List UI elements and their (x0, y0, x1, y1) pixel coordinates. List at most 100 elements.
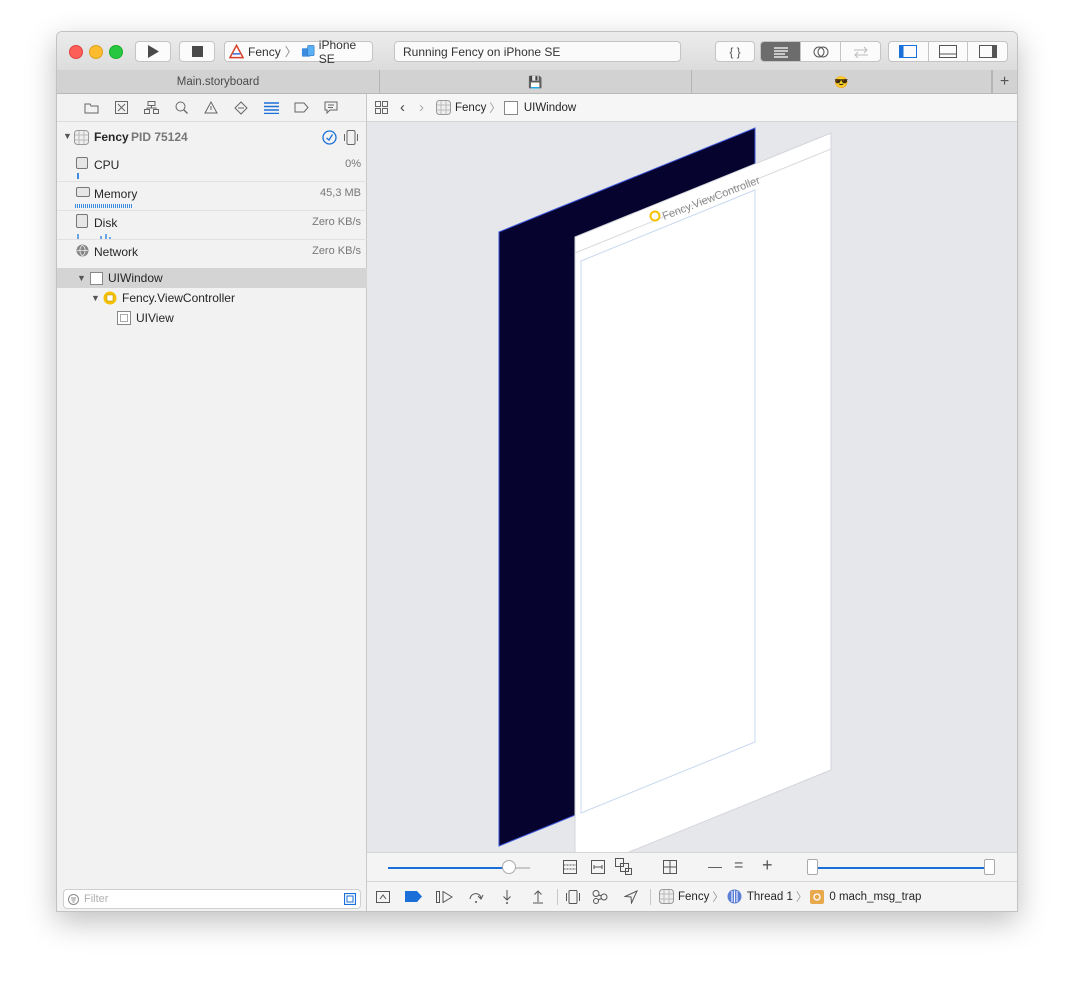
process-row[interactable]: ▼ Fency PID 75124 (57, 128, 367, 146)
forward-arrow-icon[interactable]: › (419, 99, 424, 116)
jumpbar-item-app[interactable]: Fency (455, 102, 486, 114)
tab-label: Main.storyboard (176, 75, 260, 88)
device-icon[interactable] (344, 130, 358, 145)
plus-icon: + (999, 72, 1010, 90)
stop-icon (191, 46, 203, 57)
step-into-icon[interactable] (491, 889, 522, 904)
tree-item-viewcontroller[interactable]: ▼ Fency.ViewController (57, 288, 367, 308)
standard-editor-button[interactable] (761, 42, 801, 61)
view-mode-icon[interactable] (615, 858, 633, 875)
gauge-label: Memory (94, 187, 138, 201)
test-diamond-icon[interactable] (232, 100, 250, 115)
tree-item-uiview[interactable]: UIView (57, 308, 367, 328)
show-constraints-icon[interactable] (591, 860, 605, 874)
toggle-inspector-button[interactable] (968, 42, 1007, 61)
orient-grid-icon[interactable] (663, 860, 677, 874)
viewcontroller-view-layer[interactable] (574, 132, 832, 852)
view-icon (90, 271, 103, 285)
disclosure-triangle-icon[interactable]: ▼ (91, 293, 100, 303)
disclosure-triangle-icon[interactable]: ▼ (63, 131, 72, 141)
range-slider-left-handle[interactable] (807, 859, 818, 875)
chevron-right-icon: 〉 (489, 102, 501, 115)
continue-icon[interactable] (429, 890, 460, 903)
disclosure-triangle-icon[interactable]: ▼ (77, 273, 86, 283)
scheme-device-label: iPhone SE (318, 37, 357, 66)
gauge-value: Zero KB/s (312, 216, 361, 228)
simulate-location-icon[interactable] (615, 889, 646, 904)
stop-button[interactable] (179, 41, 215, 62)
status-text: Running Fency on iPhone SE (403, 44, 561, 59)
view-hierarchy-canvas[interactable]: Fency.ViewController (367, 122, 1017, 852)
panel-visibility-control (888, 41, 1008, 62)
filter-field[interactable]: Filter (63, 889, 361, 909)
clip-content-icon[interactable] (563, 860, 577, 874)
view-controller-icon (103, 291, 117, 305)
warning-icon[interactable] (202, 101, 220, 114)
minimize-window-button[interactable] (89, 45, 103, 59)
disk-graph (77, 234, 111, 239)
filter-options-icon[interactable] (344, 893, 356, 905)
network-gauge[interactable]: Network Zero KB/s (57, 240, 367, 269)
debug-crumb-process[interactable]: Fency (678, 891, 709, 903)
debug-navigator-icon[interactable] (262, 101, 280, 114)
spacing-slider-knob[interactable] (502, 860, 516, 874)
filter-placeholder: Filter (84, 893, 109, 905)
cpu-gauge[interactable]: CPU 0% (57, 153, 367, 182)
step-out-icon[interactable] (522, 889, 553, 904)
canvas-controls: — = + (367, 852, 1017, 881)
gauge-label: Disk (94, 216, 118, 230)
view-icon (503, 100, 518, 115)
hide-debug-area-icon[interactable] (367, 890, 398, 903)
braces-icon: { } (729, 44, 741, 59)
tree-item-label: Fency.ViewController (122, 291, 235, 305)
zoom-actual-button[interactable]: = (734, 857, 743, 875)
source-control-icon[interactable] (112, 101, 130, 114)
tab-bar: Main.storyboard 💾 😎 + (57, 70, 1017, 94)
view-debugger-editor: ‹ › Fency 〉 UIWindow Fency.ViewControlle… (367, 94, 1017, 911)
disk-gauge[interactable]: Disk Zero KB/s (57, 211, 367, 240)
hierarchy-icon[interactable] (142, 101, 160, 114)
debug-memory-graph-icon[interactable] (584, 889, 615, 904)
toggle-debug-area-button[interactable] (929, 42, 969, 61)
assistant-editor-button[interactable] (801, 42, 841, 61)
close-window-button[interactable] (69, 45, 83, 59)
app-icon (659, 889, 674, 904)
tab-main-storyboard[interactable]: Main.storyboard (57, 70, 380, 93)
toolbar: Fency 〉 iPhone SE Running Fency on iPhon… (57, 32, 1017, 71)
step-over-icon[interactable] (460, 890, 491, 903)
range-slider-right-handle[interactable] (984, 859, 995, 875)
tab-sunglasses[interactable]: 😎 (692, 70, 992, 93)
tree-item-uiwindow[interactable]: ▼ UIWindow (57, 268, 367, 288)
toggle-navigator-button[interactable] (889, 42, 929, 61)
breakpoint-icon[interactable] (292, 102, 310, 113)
chevron-right-icon: 〉 (712, 891, 724, 904)
chevron-right-icon: 〉 (284, 45, 297, 59)
separator (557, 888, 558, 905)
grid-related-items-icon[interactable] (375, 101, 388, 114)
activity-status: Running Fency on iPhone SE (394, 41, 681, 62)
scheme-selector[interactable]: Fency 〉 iPhone SE (224, 38, 373, 66)
arrows-icon (853, 46, 868, 58)
zoom-in-button[interactable]: + (762, 855, 773, 876)
jump-bar: ‹ › Fency 〉 UIWindow (367, 94, 1017, 122)
memory-gauge[interactable]: Memory 45,3 MB (57, 182, 367, 211)
zoom-window-button[interactable] (109, 45, 123, 59)
zoom-out-button[interactable]: — (708, 858, 722, 874)
debug-view-hierarchy-icon[interactable] (562, 889, 584, 904)
run-button[interactable] (135, 41, 171, 62)
jumpbar-item-window[interactable]: UIWindow (524, 102, 576, 114)
folder-icon[interactable] (82, 102, 100, 114)
app-target-icon (229, 44, 245, 59)
add-tab-button[interactable]: + (992, 70, 1016, 93)
checkmark-circle-icon[interactable] (322, 130, 337, 145)
version-editor-button[interactable] (841, 42, 880, 61)
breakpoints-toggle-icon[interactable] (398, 891, 429, 902)
search-icon[interactable] (172, 101, 190, 114)
back-arrow-icon[interactable]: ‹ (400, 99, 405, 116)
tab-floppy[interactable]: 💾 (380, 70, 692, 93)
right-panel-icon (978, 45, 997, 58)
report-icon[interactable] (322, 101, 340, 114)
debug-crumb-frame[interactable]: 0 mach_msg_trap (829, 891, 921, 903)
code-review-button[interactable]: { } (715, 41, 755, 62)
debug-crumb-thread[interactable]: Thread 1 (747, 891, 793, 903)
